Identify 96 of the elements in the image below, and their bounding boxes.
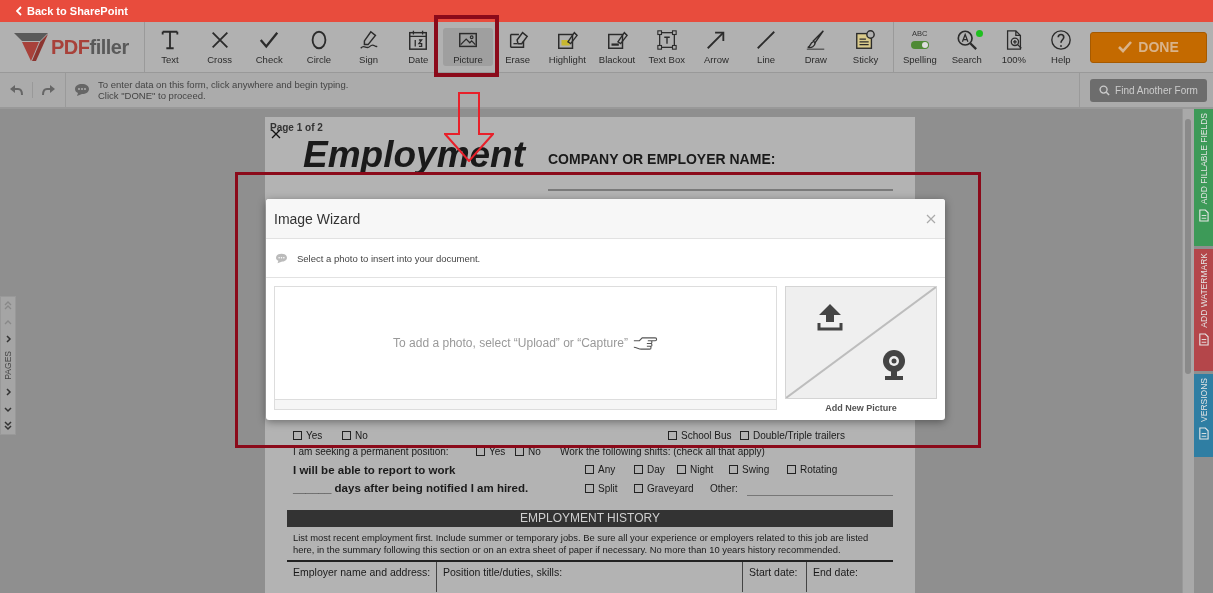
toolbar-button[interactable]: Arrow <box>700 22 733 72</box>
toolbar-button[interactable]: Sign <box>353 22 384 72</box>
toolbar-button[interactable]: Draw <box>800 22 831 72</box>
statement-text: I will be able to report to work <box>293 463 456 476</box>
form-title: Employment <box>303 133 528 177</box>
toolbar-button[interactable]: Highlight <box>544 22 590 72</box>
toolbar-button[interactable]: Help <box>1037 22 1085 72</box>
checkbox[interactable] <box>634 483 643 493</box>
option-label: No <box>355 429 368 441</box>
section-heading: EMPLOYMENT HISTORY <box>287 510 893 527</box>
webcam-icon[interactable] <box>881 349 907 381</box>
toolbar-button[interactable]: Picture <box>443 28 493 66</box>
option-label: Night <box>690 464 714 475</box>
pencil-icon <box>606 29 629 51</box>
toolbar-button[interactable]: Circle <box>302 22 336 72</box>
undo-icon[interactable] <box>8 84 23 96</box>
highlighter-icon <box>556 29 579 51</box>
search-icon <box>955 29 978 51</box>
speech-bubble-icon <box>275 252 288 264</box>
back-link[interactable]: Back to SharePoint <box>16 5 128 17</box>
toolbar-button[interactable]: Erase <box>501 22 535 72</box>
checkbox[interactable] <box>677 465 686 474</box>
drop-hint-text: To add a photo, select “Upload” or “Capture” <box>393 336 628 350</box>
checkbox[interactable] <box>729 465 738 474</box>
search-icon <box>1099 84 1111 96</box>
brush-icon <box>804 29 827 51</box>
page-number: Page 1 of 2 <box>270 121 324 133</box>
checkbox[interactable] <box>740 430 749 440</box>
document-icon <box>1198 426 1209 440</box>
scrollbar[interactable] <box>1182 109 1194 593</box>
text-box-icon <box>655 29 678 51</box>
line-icon <box>755 29 778 51</box>
document-icon <box>1198 209 1209 223</box>
sticky-note-icon <box>854 29 877 51</box>
checkbox[interactable] <box>515 446 524 456</box>
table-header-cell: End date: <box>806 562 893 592</box>
option-label: No <box>528 445 541 457</box>
instruction-text: Click "DONE" to proceed. <box>98 90 207 101</box>
check-icon <box>1118 41 1133 53</box>
table-header-cell-text: Employer name and address: <box>292 565 432 580</box>
instruction-text: To enter data on this form, click anywhere and begin typing. <box>98 79 349 90</box>
highlight-frame <box>434 15 499 77</box>
checkbox[interactable] <box>668 430 677 440</box>
checkbox[interactable] <box>585 483 594 493</box>
toolbar-button[interactable]: Check <box>251 22 287 72</box>
checkbox[interactable] <box>634 465 643 474</box>
toolbar-button[interactable]: Sticky <box>848 22 883 72</box>
option-label: Swing <box>742 464 770 475</box>
toolbar-button[interactable]: 100% <box>990 22 1038 72</box>
redo-icon[interactable] <box>42 84 57 96</box>
toolbar-button[interactable]: Text <box>154 22 185 72</box>
right-chevron-icon[interactable] <box>3 386 13 397</box>
checkbox[interactable] <box>293 430 302 440</box>
calendar-icon <box>407 29 430 51</box>
toolbar-button[interactable]: Text Box <box>644 22 689 72</box>
help-icon <box>1049 29 1072 51</box>
double-down-chevron-icon[interactable] <box>3 420 13 431</box>
field-label: Other: <box>710 482 739 494</box>
document-icon <box>1198 332 1209 346</box>
statement-text: ______ days after being notified I am hired. <box>293 482 529 494</box>
checkbox[interactable] <box>585 465 594 474</box>
field-label: COMPANY OR EMPLOYER NAME: <box>548 151 777 167</box>
option-label: Rotating <box>800 464 838 475</box>
hint-text: Select a photo to insert into your document. <box>297 252 481 264</box>
option-label: School Bus <box>681 429 732 441</box>
speech-bubble-icon <box>74 83 90 97</box>
option-label: Double/Triple trailers <box>753 429 845 441</box>
toolbar-button[interactable]: Date <box>403 22 434 72</box>
option-label: Any <box>598 464 616 475</box>
upload-icon[interactable] <box>817 303 843 331</box>
pages-label: PAGES <box>3 351 13 380</box>
option-label: Graveyard <box>647 482 694 494</box>
checkbox[interactable] <box>342 430 351 440</box>
instructions-text: List most recent employment first. Include summer or temporary jobs. Be sure all your experience or employers related to this job are listed here, in the summary following this section or on an extra sheet of paper if necessary. No more than 10 years history recommended. <box>292 532 870 556</box>
side-tab[interactable]: ADD WATERMARK <box>1194 249 1213 371</box>
table-header-cell: Start date: <box>742 562 806 592</box>
toggle-switch[interactable] <box>910 40 929 49</box>
side-tab[interactable]: VERSIONS <box>1194 374 1213 457</box>
toolbar-button[interactable]: Search <box>943 22 991 72</box>
option-label: Split <box>598 482 618 494</box>
toolbar-button[interactable]: Blackout <box>594 22 640 72</box>
checkbox[interactable] <box>476 446 485 456</box>
right-chevron-icon[interactable] <box>3 334 13 344</box>
checkbox[interactable] <box>787 465 796 474</box>
check-icon <box>258 29 281 51</box>
logo: PDFfiller <box>51 35 129 59</box>
tile-caption: Add New Picture <box>825 403 897 413</box>
option-label: Yes <box>306 429 323 441</box>
add-picture-tile[interactable] <box>785 286 937 399</box>
toolbar-button[interactable]: Cross <box>203 22 236 72</box>
toolbar-button[interactable]: Line <box>751 22 782 72</box>
option-label: Day <box>647 464 665 475</box>
dialog-title: Image Wizard <box>274 210 361 227</box>
table-header-cell: Position title/duties, skills: <box>436 562 742 592</box>
logo-icon <box>14 33 48 61</box>
chevron-left-icon <box>16 6 22 16</box>
